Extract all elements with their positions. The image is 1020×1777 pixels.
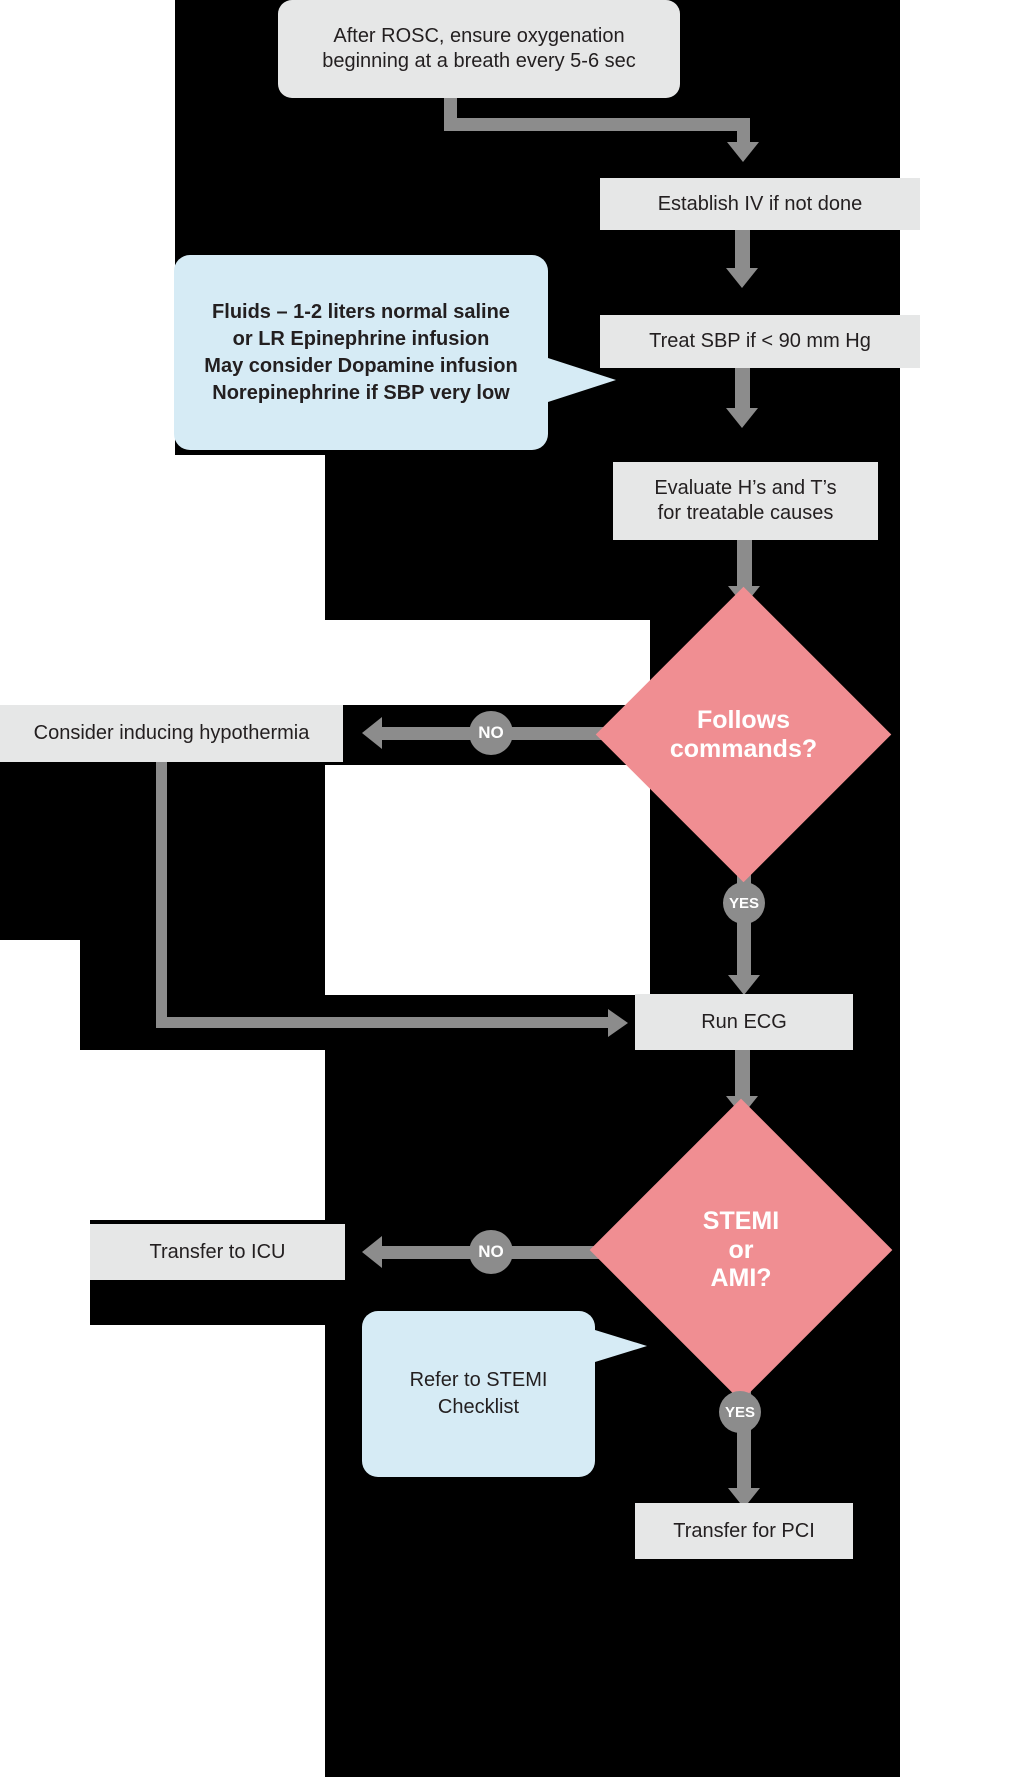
connector-evaluate-to-decision1 <box>737 540 752 588</box>
arrowhead-to-run-ecg <box>728 975 760 995</box>
node-start: After ROSC, ensure oxygenation beginning… <box>278 0 680 98</box>
connector-hypothermia-elbow-vertical <box>156 760 167 1028</box>
decision-follows-commands: Follows commands? <box>595 586 892 883</box>
connector-hypothermia-elbow-horizontal <box>156 1017 612 1028</box>
node-run-ecg: Run ECG <box>635 994 853 1050</box>
arrowhead-run-ecg-from-hypothermia <box>608 1009 628 1037</box>
node-transfer-icu: Transfer to ICU <box>90 1224 345 1280</box>
arrowhead-to-hypothermia <box>362 717 382 749</box>
node-consider-hypothermia: Consider inducing hypothermia <box>0 705 343 762</box>
arrowhead-to-treat-sbp <box>726 268 758 288</box>
node-transfer-pci: Transfer for PCI <box>635 1503 853 1559</box>
decision-stemi-or-ami: STEMI or AMI? <box>589 1098 893 1402</box>
callout-fluids-tail <box>548 358 616 402</box>
arrowhead-to-transfer-icu <box>362 1236 382 1268</box>
connector-sbp-to-evaluate <box>735 368 750 410</box>
connector-ecg-to-decision2 <box>735 1050 750 1098</box>
connector-iv-to-sbp <box>735 230 750 270</box>
node-evaluate-hs-ts: Evaluate H’s and T’s for treatable cause… <box>613 462 878 540</box>
decision-stemi-or-ami-label: STEMI or AMI? <box>702 1206 780 1293</box>
decision-follows-commands-label: Follows commands? <box>669 705 818 763</box>
backdrop-plate <box>80 940 325 995</box>
edge-label-no-hypothermia: NO <box>469 711 513 755</box>
node-treat-sbp: Treat SBP if < 90 mm Hg <box>600 315 920 368</box>
connector-start-to-iv-horizontal <box>444 118 744 131</box>
arrowhead-to-evaluate <box>726 408 758 428</box>
edge-label-no-icu: NO <box>469 1230 513 1274</box>
callout-fluids: Fluids – 1-2 liters normal saline or LR … <box>174 255 548 450</box>
edge-label-yes-pci: YES <box>719 1391 761 1433</box>
edge-label-yes-run-ecg: YES <box>723 882 765 924</box>
callout-stemi-checklist-tail <box>595 1330 647 1362</box>
connector-start-to-iv-drop <box>737 118 750 144</box>
arrowhead-to-establish-iv <box>727 142 759 162</box>
flowchart-canvas: After ROSC, ensure oxygenation beginning… <box>0 0 1020 1777</box>
callout-stemi-checklist: Refer to STEMI Checklist <box>362 1311 595 1477</box>
node-establish-iv: Establish IV if not done <box>600 178 920 230</box>
